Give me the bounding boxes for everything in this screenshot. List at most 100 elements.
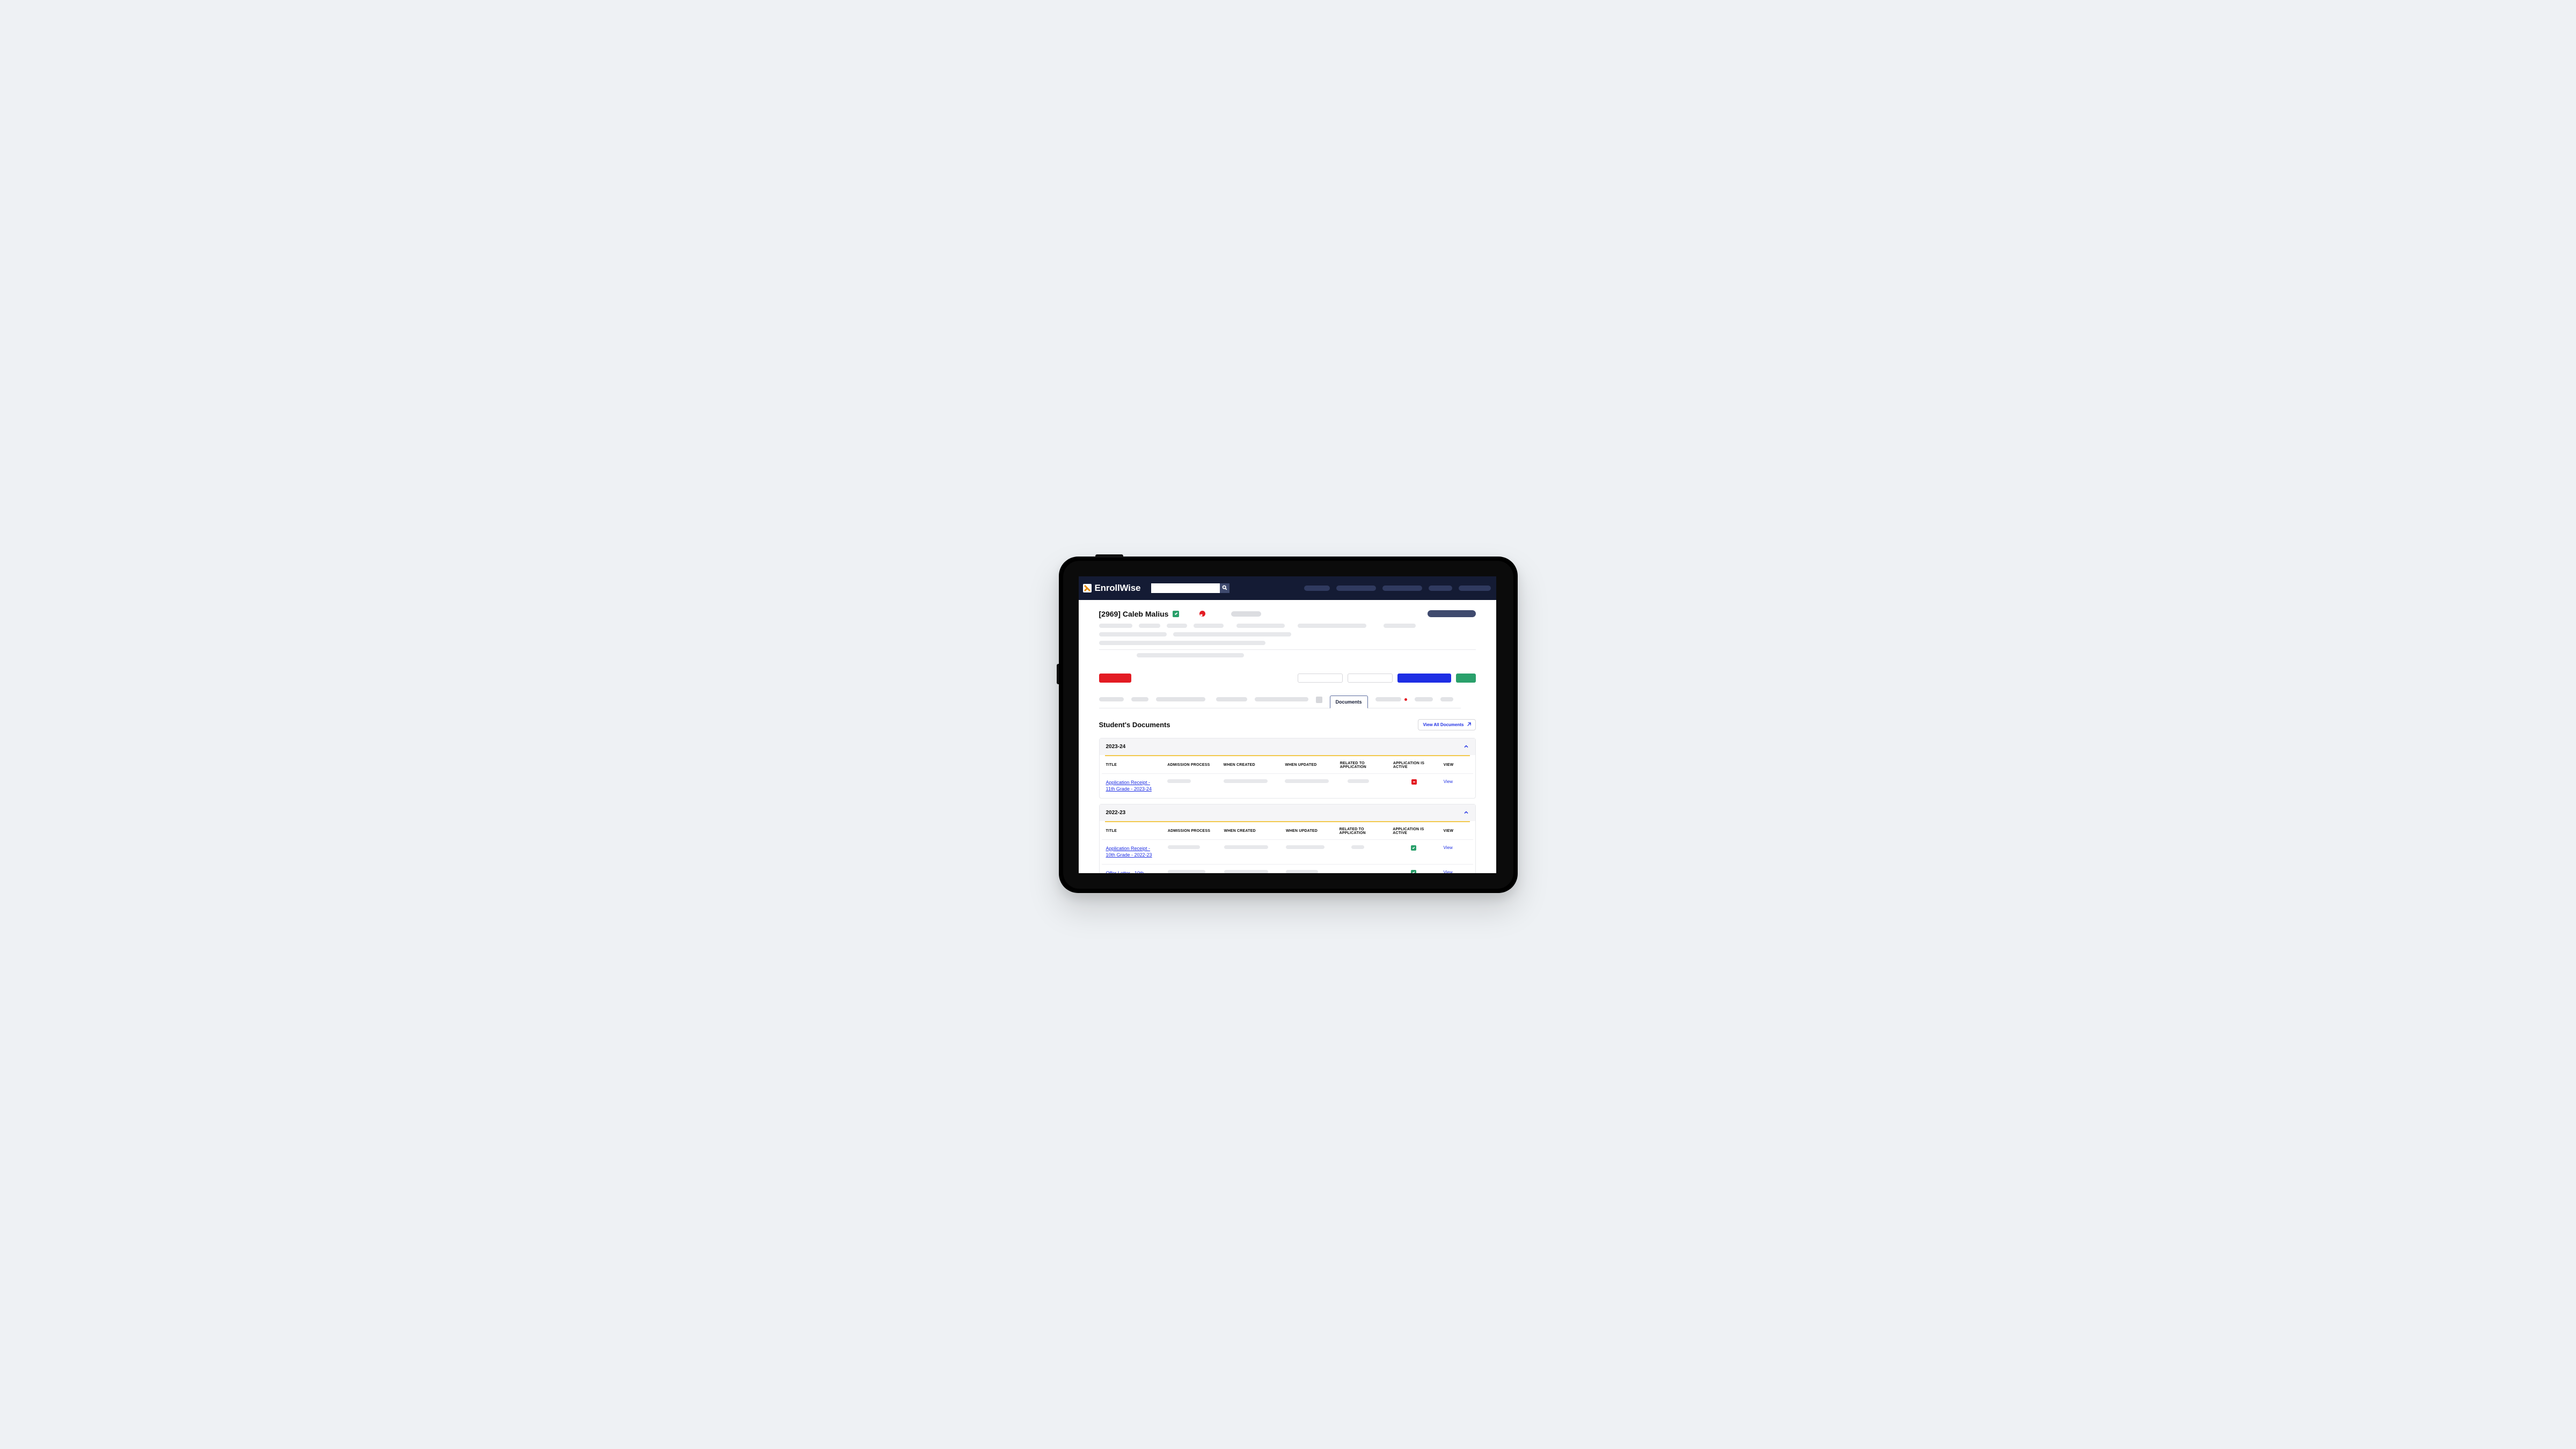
view-all-documents-button[interactable]: View All Documents <box>1418 719 1475 730</box>
tab-item-with-alert[interactable] <box>1375 697 1407 701</box>
tab-item[interactable] <box>1316 697 1322 703</box>
skeleton <box>1167 624 1187 628</box>
col-when-updated: WHEN UPDATED <box>1280 756 1335 774</box>
skeleton <box>1099 624 1132 628</box>
skeleton <box>1168 870 1205 873</box>
document-group: 2022-23 TITLE ADMISSION PROCESS <box>1099 804 1476 873</box>
skeleton <box>1224 779 1268 783</box>
col-view: VIEW <box>1439 822 1473 840</box>
skeleton <box>1167 779 1191 783</box>
skeleton <box>1099 632 1167 636</box>
divider <box>1099 649 1476 650</box>
document-group-body: TITLE ADMISSION PROCESS WHEN CREATED WHE… <box>1100 821 1475 873</box>
col-when-created: WHEN CREATED <box>1220 822 1282 840</box>
search-input[interactable] <box>1151 583 1220 593</box>
search-button[interactable] <box>1220 583 1230 593</box>
col-title: TITLE <box>1102 822 1163 840</box>
documents-section-head: Student's Documents View All Documents <box>1099 719 1476 730</box>
document-title-link[interactable]: Application Receipt - 10th Grade - 2022-… <box>1106 845 1154 859</box>
tab-item[interactable] <box>1440 697 1453 701</box>
skeleton <box>1236 624 1285 628</box>
tab-documents[interactable]: Documents <box>1330 696 1368 708</box>
nav-item[interactable] <box>1304 586 1330 591</box>
chevron-up-icon <box>1463 744 1469 750</box>
status-badge-verified <box>1173 611 1179 617</box>
confirm-button[interactable] <box>1456 674 1476 683</box>
logo[interactable]: EnrollWise <box>1083 583 1141 594</box>
document-group-header[interactable]: 2022-23 <box>1100 804 1475 821</box>
document-title-link[interactable]: Application Receipt - 11th Grade - 2023-… <box>1106 779 1154 793</box>
skeleton-row <box>1099 624 1476 628</box>
document-group-label: 2023-24 <box>1106 744 1126 750</box>
nav-item[interactable] <box>1336 586 1376 591</box>
document-group: 2023-24 TITLE ADMISSION PROCESS <box>1099 738 1476 799</box>
topbar: EnrollWise <box>1079 576 1496 600</box>
student-title: [2969] Caleb Malius <box>1099 610 1169 618</box>
tabs: Documents <box>1099 696 1461 708</box>
skeleton <box>1224 870 1268 873</box>
col-active: APPLICATION IS ACTIVE <box>1388 822 1439 840</box>
nav-item[interactable] <box>1382 586 1422 591</box>
external-link-icon <box>1467 722 1471 727</box>
content: [2969] Caleb Malius <box>1079 600 1496 873</box>
col-related: RELATED TO APPLICATION <box>1335 822 1389 840</box>
col-when-created: WHEN CREATED <box>1219 756 1281 774</box>
skeleton <box>1231 611 1261 617</box>
skeleton <box>1286 845 1324 849</box>
skeleton-row <box>1099 632 1476 636</box>
delete-button[interactable] <box>1099 674 1131 683</box>
skeleton <box>1173 632 1291 636</box>
action-row <box>1099 674 1476 683</box>
table-row: Application Receipt - 10th Grade - 2022-… <box>1102 839 1473 864</box>
view-all-label: View All Documents <box>1423 722 1463 727</box>
skeleton <box>1137 653 1244 657</box>
secondary-button[interactable] <box>1298 674 1343 683</box>
tablet-frame: EnrollWise <box>1059 557 1518 893</box>
skeleton <box>1168 845 1200 849</box>
status-badge-alert <box>1199 611 1205 617</box>
tab-item[interactable] <box>1156 697 1205 701</box>
nav-item[interactable] <box>1459 586 1491 591</box>
view-document-link[interactable]: View <box>1444 779 1453 784</box>
tablet-bezel: EnrollWise <box>1063 561 1513 889</box>
col-title: TITLE <box>1102 756 1163 774</box>
document-title-link[interactable]: Offer Letter - 10th Grade - Somers High <box>1106 870 1154 873</box>
view-document-link[interactable]: View <box>1444 845 1453 850</box>
table-row: Application Receipt - 11th Grade - 2023-… <box>1102 773 1473 798</box>
skeleton <box>1351 845 1364 849</box>
tab-item[interactable] <box>1415 697 1433 701</box>
inactive-badge-icon <box>1411 779 1417 785</box>
skeleton <box>1384 624 1416 628</box>
skeleton <box>1194 624 1224 628</box>
col-view: VIEW <box>1439 756 1473 774</box>
skeleton-row <box>1099 641 1476 645</box>
view-document-link[interactable]: View <box>1444 870 1453 873</box>
skeleton <box>1139 624 1160 628</box>
skeleton <box>1285 779 1329 783</box>
document-group-label: 2022-23 <box>1106 810 1126 816</box>
documents-table: TITLE ADMISSION PROCESS WHEN CREATED WHE… <box>1102 822 1473 873</box>
primary-action-button[interactable] <box>1428 610 1476 617</box>
document-group-header[interactable]: 2023-24 <box>1100 738 1475 755</box>
tab-item[interactable] <box>1099 697 1124 701</box>
skeleton <box>1348 779 1369 783</box>
chevron-up-icon <box>1463 810 1469 816</box>
nav-item[interactable] <box>1429 586 1452 591</box>
skeleton-row <box>1099 653 1476 657</box>
search <box>1151 583 1230 593</box>
primary-button[interactable] <box>1397 674 1451 683</box>
active-badge-icon <box>1411 845 1416 851</box>
col-related: RELATED TO APPLICATION <box>1336 756 1389 774</box>
tab-item[interactable] <box>1255 697 1308 701</box>
secondary-button[interactable] <box>1348 674 1393 683</box>
logo-text: EnrollWise <box>1095 583 1141 594</box>
student-header: [2969] Caleb Malius <box>1099 610 1476 618</box>
documents-section-title: Student's Documents <box>1099 721 1170 729</box>
tab-item[interactable] <box>1216 697 1247 701</box>
active-badge-icon <box>1411 870 1416 873</box>
logo-icon <box>1083 584 1092 592</box>
documents-table: TITLE ADMISSION PROCESS WHEN CREATED WHE… <box>1102 756 1473 798</box>
skeleton <box>1099 641 1265 645</box>
document-group-body: TITLE ADMISSION PROCESS WHEN CREATED WHE… <box>1100 755 1475 798</box>
tab-item[interactable] <box>1131 697 1148 701</box>
